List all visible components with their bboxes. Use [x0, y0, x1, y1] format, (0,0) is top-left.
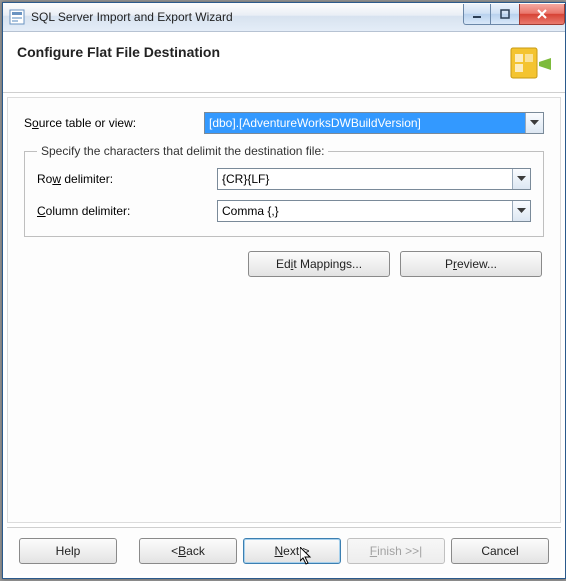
source-label: Source table or view: — [24, 116, 204, 130]
window-controls — [464, 4, 565, 24]
wizard-window: SQL Server Import and Export Wizard Conf… — [2, 2, 566, 579]
chevron-down-icon[interactable] — [512, 201, 530, 221]
source-table-combobox[interactable]: [dbo].[AdventureWorksDWBuildVersion] — [204, 112, 544, 134]
source-table-value: [dbo].[AdventureWorksDWBuildVersion] — [205, 113, 525, 133]
source-row: Source table or view: [dbo].[AdventureWo… — [24, 112, 544, 134]
column-delimiter-row: Column delimiter: Comma {,} — [37, 200, 531, 222]
help-button[interactable]: Help — [19, 538, 117, 564]
app-icon — [9, 9, 25, 25]
row-delimiter-value: {CR}{LF} — [218, 169, 512, 189]
maximize-button[interactable] — [490, 4, 520, 25]
delimiters-groupbox: Specify the characters that delimit the … — [24, 144, 544, 237]
wizard-icon — [505, 44, 551, 84]
row-delimiter-row: Row delimiter: {CR}{LF} — [37, 168, 531, 190]
preview-button[interactable]: Preview... — [400, 251, 542, 277]
wizard-body: Source table or view: [dbo].[AdventureWo… — [7, 97, 561, 523]
page-title: Configure Flat File Destination — [17, 44, 220, 60]
back-button[interactable]: < Back — [139, 538, 237, 564]
wizard-footer: Help < Back Next > Finish >>| Cancel — [7, 527, 561, 574]
chevron-down-icon[interactable] — [512, 169, 530, 189]
delimiters-legend: Specify the characters that delimit the … — [37, 144, 328, 158]
finish-button: Finish >>| — [347, 538, 445, 564]
column-delimiter-combobox[interactable]: Comma {,} — [217, 200, 531, 222]
row-delimiter-combobox[interactable]: {CR}{LF} — [217, 168, 531, 190]
wizard-header: Configure Flat File Destination — [3, 32, 565, 93]
chevron-down-icon[interactable] — [525, 113, 543, 133]
minimize-button[interactable] — [463, 4, 491, 25]
window-title: SQL Server Import and Export Wizard — [31, 10, 464, 24]
row-delimiter-label: Row delimiter: — [37, 172, 217, 186]
titlebar: SQL Server Import and Export Wizard — [3, 3, 565, 32]
cancel-button[interactable]: Cancel — [451, 538, 549, 564]
next-button[interactable]: Next > — [243, 538, 341, 564]
close-button[interactable] — [519, 4, 565, 25]
body-button-row: Edit Mappings... Preview... — [24, 251, 544, 277]
edit-mappings-button[interactable]: Edit Mappings... — [248, 251, 390, 277]
column-delimiter-value: Comma {,} — [218, 201, 512, 221]
column-delimiter-label: Column delimiter: — [37, 204, 217, 218]
